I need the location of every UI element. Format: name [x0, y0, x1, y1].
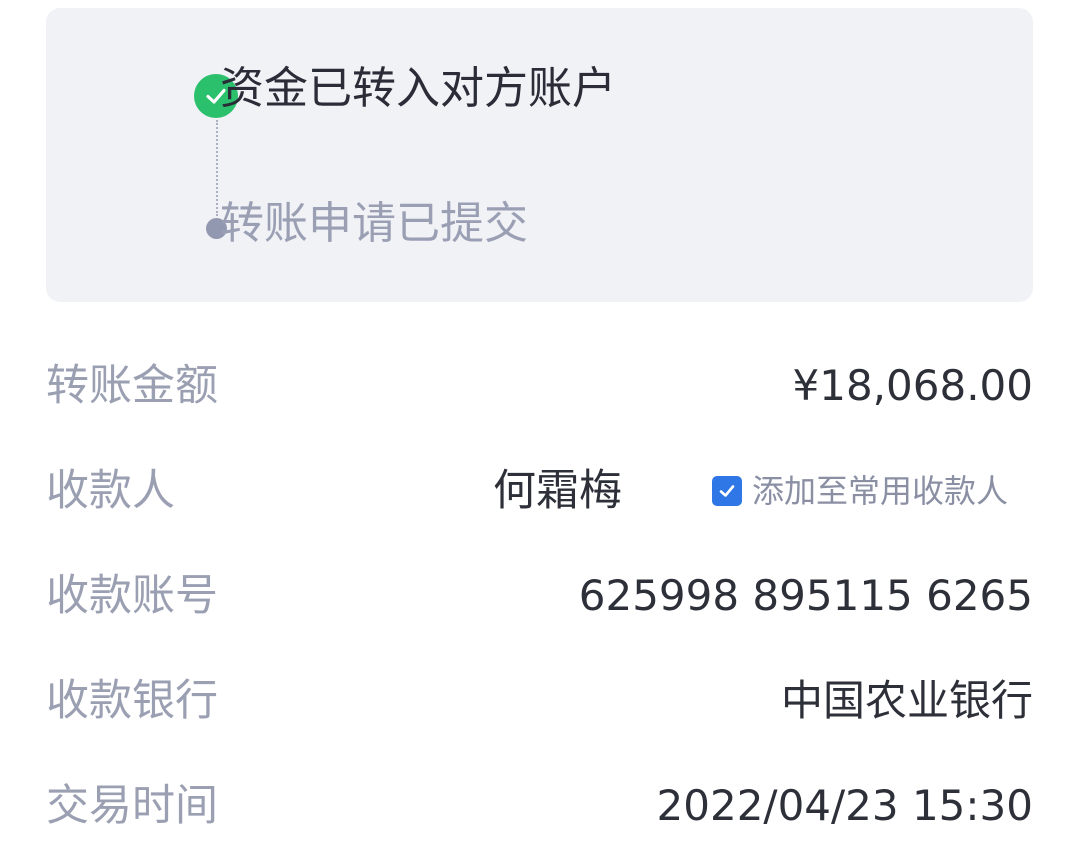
bank-row: 收款银行 中国农业银行 — [46, 671, 1033, 731]
timeline-connector — [216, 120, 218, 216]
amount-value: ¥18,068.00 — [792, 361, 1033, 410]
bank-value: 中国农业银行 — [780, 676, 1033, 725]
add-frequent-payee-checkbox[interactable] — [712, 476, 742, 506]
amount-row: 转账金额 ¥18,068.00 — [46, 356, 1033, 416]
status-step-completed: 资金已转入对方账户 — [220, 63, 616, 114]
status-step-submitted: 转账申请已提交 — [220, 198, 528, 249]
add-frequent-payee-label[interactable]: 添加至常用收款人 — [752, 461, 1008, 521]
account-value: 625998 895115 6265 — [578, 571, 1033, 620]
payee-row: 收款人 何霜梅 添加至常用收款人 — [46, 461, 1033, 521]
time-row: 交易时间 2022/04/23 15:30 — [46, 776, 1033, 836]
time-label: 交易时间 — [46, 781, 218, 831]
account-label: 收款账号 — [46, 571, 218, 621]
account-row: 收款账号 625998 895115 6265 — [46, 566, 1033, 626]
time-value: 2022/04/23 15:30 — [656, 781, 1033, 830]
bank-label: 收款银行 — [46, 676, 218, 726]
transfer-status-card — [46, 8, 1033, 302]
payee-label: 收款人 — [46, 466, 175, 516]
checkmark-icon — [719, 485, 735, 497]
amount-label: 转账金额 — [46, 361, 218, 411]
payee-name: 何霜梅 — [493, 466, 622, 516]
